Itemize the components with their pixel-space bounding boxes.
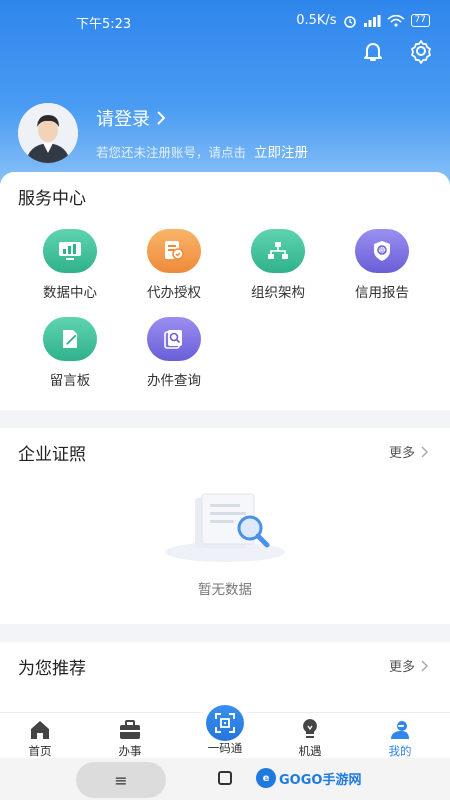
recommend-more-link[interactable]: 更多	[389, 656, 428, 675]
tab-services[interactable]: 办事	[95, 713, 165, 759]
status-indicators: 0.5K/s 77	[296, 13, 430, 28]
tab-mine[interactable]: 我的	[365, 713, 435, 759]
service-authorization[interactable]: 代办授权	[122, 229, 226, 301]
authorization-icon	[147, 229, 201, 273]
register-hint: 若您还未注册账号，请点击 立即注册	[96, 141, 308, 161]
register-hint-text: 若您还未注册账号，请点击	[96, 145, 247, 160]
service-case-query[interactable]: 办件查询	[122, 317, 226, 389]
avatar[interactable]	[18, 103, 78, 163]
empty-state: 暂无数据	[0, 490, 450, 598]
menu-button[interactable]: ≡	[76, 762, 166, 798]
service-data-center[interactable]: 数据中心	[18, 229, 122, 301]
tab-label: 我的	[388, 744, 412, 758]
register-link[interactable]: 立即注册	[254, 145, 308, 161]
qr-code-icon[interactable]	[206, 705, 244, 741]
watermark-text: GOGO手游网	[279, 772, 362, 788]
tab-one-code[interactable]: 一码通	[190, 737, 260, 756]
gear-icon[interactable]	[408, 38, 434, 64]
message-board-icon	[43, 317, 97, 361]
battery-indicator: 77	[410, 14, 430, 27]
header-actions	[360, 38, 434, 64]
watermark-logo: e GOGO手游网	[256, 768, 361, 788]
system-nav-bar: ≡ e GOGO手游网	[0, 758, 450, 800]
data-center-icon	[43, 229, 97, 273]
chevron-right-icon	[421, 445, 428, 458]
org-chart-icon	[251, 229, 305, 273]
tab-home[interactable]: 首页	[5, 713, 75, 759]
service-center-card: 服务中心 数据中心 代办授权 组织架构 信 信用报告 留言板 办件查询	[0, 172, 450, 410]
watermark-badge-icon: e	[256, 768, 276, 788]
empty-document-search-icon	[165, 493, 285, 562]
case-query-icon	[147, 317, 201, 361]
certificates-title: 企业证照	[18, 445, 86, 465]
recommend-title: 为您推荐	[18, 659, 86, 679]
service-org-chart[interactable]: 组织架构	[226, 229, 330, 301]
menu-icon: ≡	[114, 770, 128, 790]
profile-text: 请登录 若您还未注册账号，请点击 立即注册	[96, 105, 308, 161]
service-label: 信用报告	[355, 285, 409, 301]
tab-label: 办事	[118, 744, 142, 758]
more-label[interactable]: 更多	[389, 442, 415, 461]
service-message-board[interactable]: 留言板	[18, 317, 122, 389]
tab-label: 机遇	[298, 744, 322, 758]
more-label[interactable]: 更多	[389, 656, 415, 675]
status-time: 下午5:23	[76, 17, 132, 32]
alarm-icon	[343, 15, 356, 28]
service-label: 办件查询	[147, 373, 201, 389]
bottom-tab-bar: 首页 办事 一码通 机遇 我的	[0, 699, 450, 759]
lightbulb-icon	[303, 719, 317, 738]
profile-section[interactable]: 请登录 若您还未注册账号，请点击 立即注册	[18, 103, 308, 163]
login-link[interactable]: 请登录	[96, 105, 308, 131]
home-icon	[31, 721, 49, 739]
service-label: 留言板	[49, 373, 91, 389]
credit-report-icon: 信	[355, 229, 409, 273]
service-center-title: 服务中心	[18, 189, 86, 209]
home-button[interactable]	[218, 771, 232, 785]
certificates-card: 企业证照 更多 暂无数据	[0, 428, 450, 624]
status-bar: 下午5:23 0.5K/s 77	[0, 0, 450, 40]
service-credit-report[interactable]: 信 信用报告	[330, 229, 434, 301]
network-speed: 0.5K/s	[296, 13, 337, 28]
service-label: 数据中心	[43, 285, 97, 301]
chevron-right-icon	[157, 111, 166, 125]
profile-icon	[391, 721, 409, 739]
signal-icon	[363, 14, 381, 27]
bell-icon[interactable]	[360, 38, 386, 64]
service-label: 代办授权	[147, 285, 201, 301]
certificates-more-link[interactable]: 更多	[389, 442, 428, 461]
service-label: 组织架构	[251, 285, 305, 301]
tab-opportunities[interactable]: 机遇	[275, 713, 345, 759]
svg-text:信: 信	[379, 247, 385, 255]
chevron-right-icon	[421, 659, 428, 672]
tab-label: 一码通	[207, 741, 243, 755]
tab-label: 首页	[28, 744, 52, 758]
briefcase-icon	[120, 720, 140, 739]
wifi-icon	[387, 14, 405, 27]
login-label[interactable]: 请登录	[96, 105, 150, 131]
empty-state-text: 暂无数据	[198, 582, 252, 598]
